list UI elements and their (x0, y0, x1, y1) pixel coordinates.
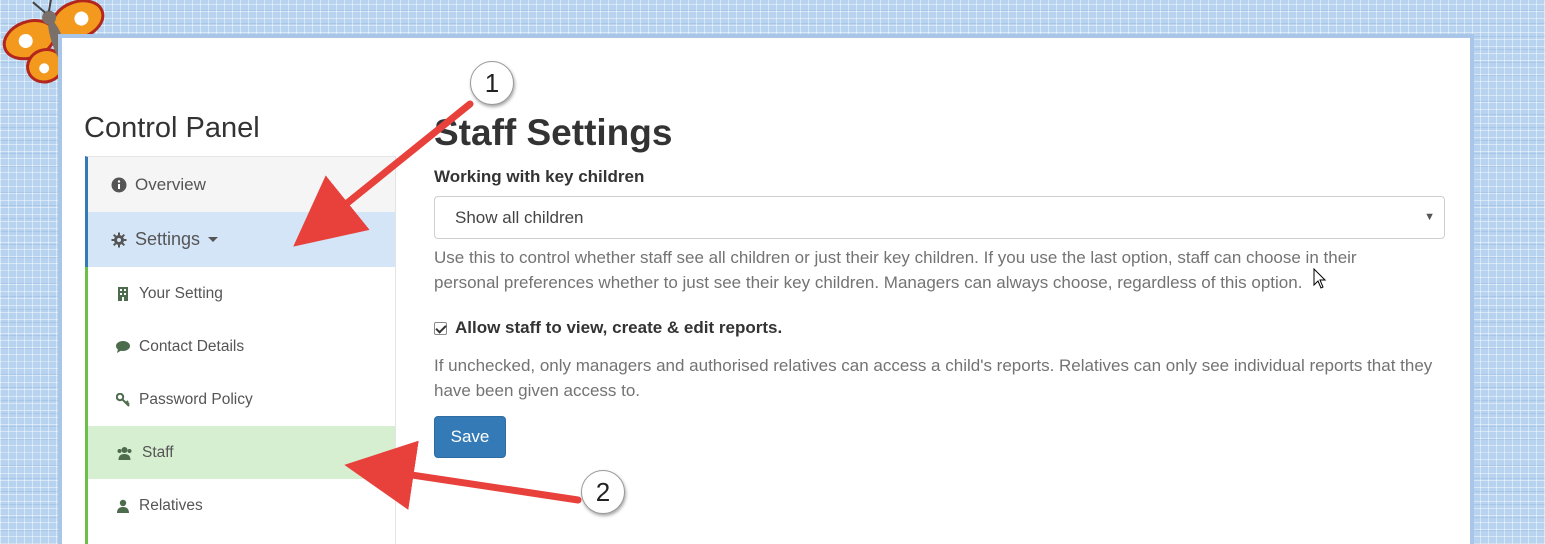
reports-help: If unchecked, only managers and authoris… (434, 356, 1433, 400)
mouse-pointer-icon (1313, 268, 1327, 289)
sidebar-item-label: Overview (135, 174, 206, 194)
save-button[interactable]: Save (434, 416, 506, 458)
sidebar-item-relatives[interactable]: Relatives (88, 479, 395, 532)
key-icon (116, 392, 130, 407)
reports-checkbox-row: Allow staff to view, create & edit repor… (434, 318, 782, 338)
comment-icon (116, 340, 130, 353)
sidebar-item-your-setting[interactable]: Your Setting (88, 267, 395, 320)
reports-checkbox-label[interactable]: Allow staff to view, create & edit repor… (455, 318, 782, 338)
sidebar-item-label: Password Policy (139, 390, 253, 408)
sidebar-item-contact-details[interactable]: Contact Details (88, 320, 395, 373)
callout-badge-1: 1 (470, 61, 514, 105)
user-icon (117, 499, 129, 513)
sidebar-item-label: Your Setting (139, 284, 223, 302)
caret-down-icon (208, 237, 219, 242)
info-circle-icon (111, 177, 127, 192)
settings-submenu: Your Setting Contact Details Password Po… (85, 267, 395, 544)
sidebar-item-password-policy[interactable]: Password Policy (88, 373, 395, 426)
sidebar-nav: Overview Settings Your Setting Contact D… (85, 156, 396, 544)
gear-icon (111, 232, 127, 247)
sidebar-item-overview[interactable]: Overview (85, 156, 395, 212)
sidebar-item-staff[interactable]: Staff (88, 426, 395, 479)
select-arrow-icon: ▼ (1424, 211, 1435, 223)
control-panel-title: Control Panel (84, 112, 260, 144)
select-value: Show all children (455, 207, 584, 227)
page-title: Staff Settings (434, 112, 673, 153)
building-icon (118, 286, 128, 301)
reports-checkbox[interactable] (434, 321, 447, 335)
key-children-select[interactable]: Show all children ▼ (434, 196, 1445, 239)
sidebar-item-label: Settings (135, 229, 201, 249)
callout-badge-2: 2 (581, 470, 625, 514)
sidebar-item-label: Relatives (139, 496, 203, 514)
users-icon (117, 446, 132, 460)
key-children-help: Use this to control whether staff see al… (434, 248, 1357, 292)
key-children-label: Working with key children (434, 167, 645, 186)
sidebar-item-label: Contact Details (139, 337, 245, 355)
sidebar-item-settings[interactable]: Settings (85, 212, 395, 267)
sidebar-item-label: Staff (142, 443, 174, 461)
